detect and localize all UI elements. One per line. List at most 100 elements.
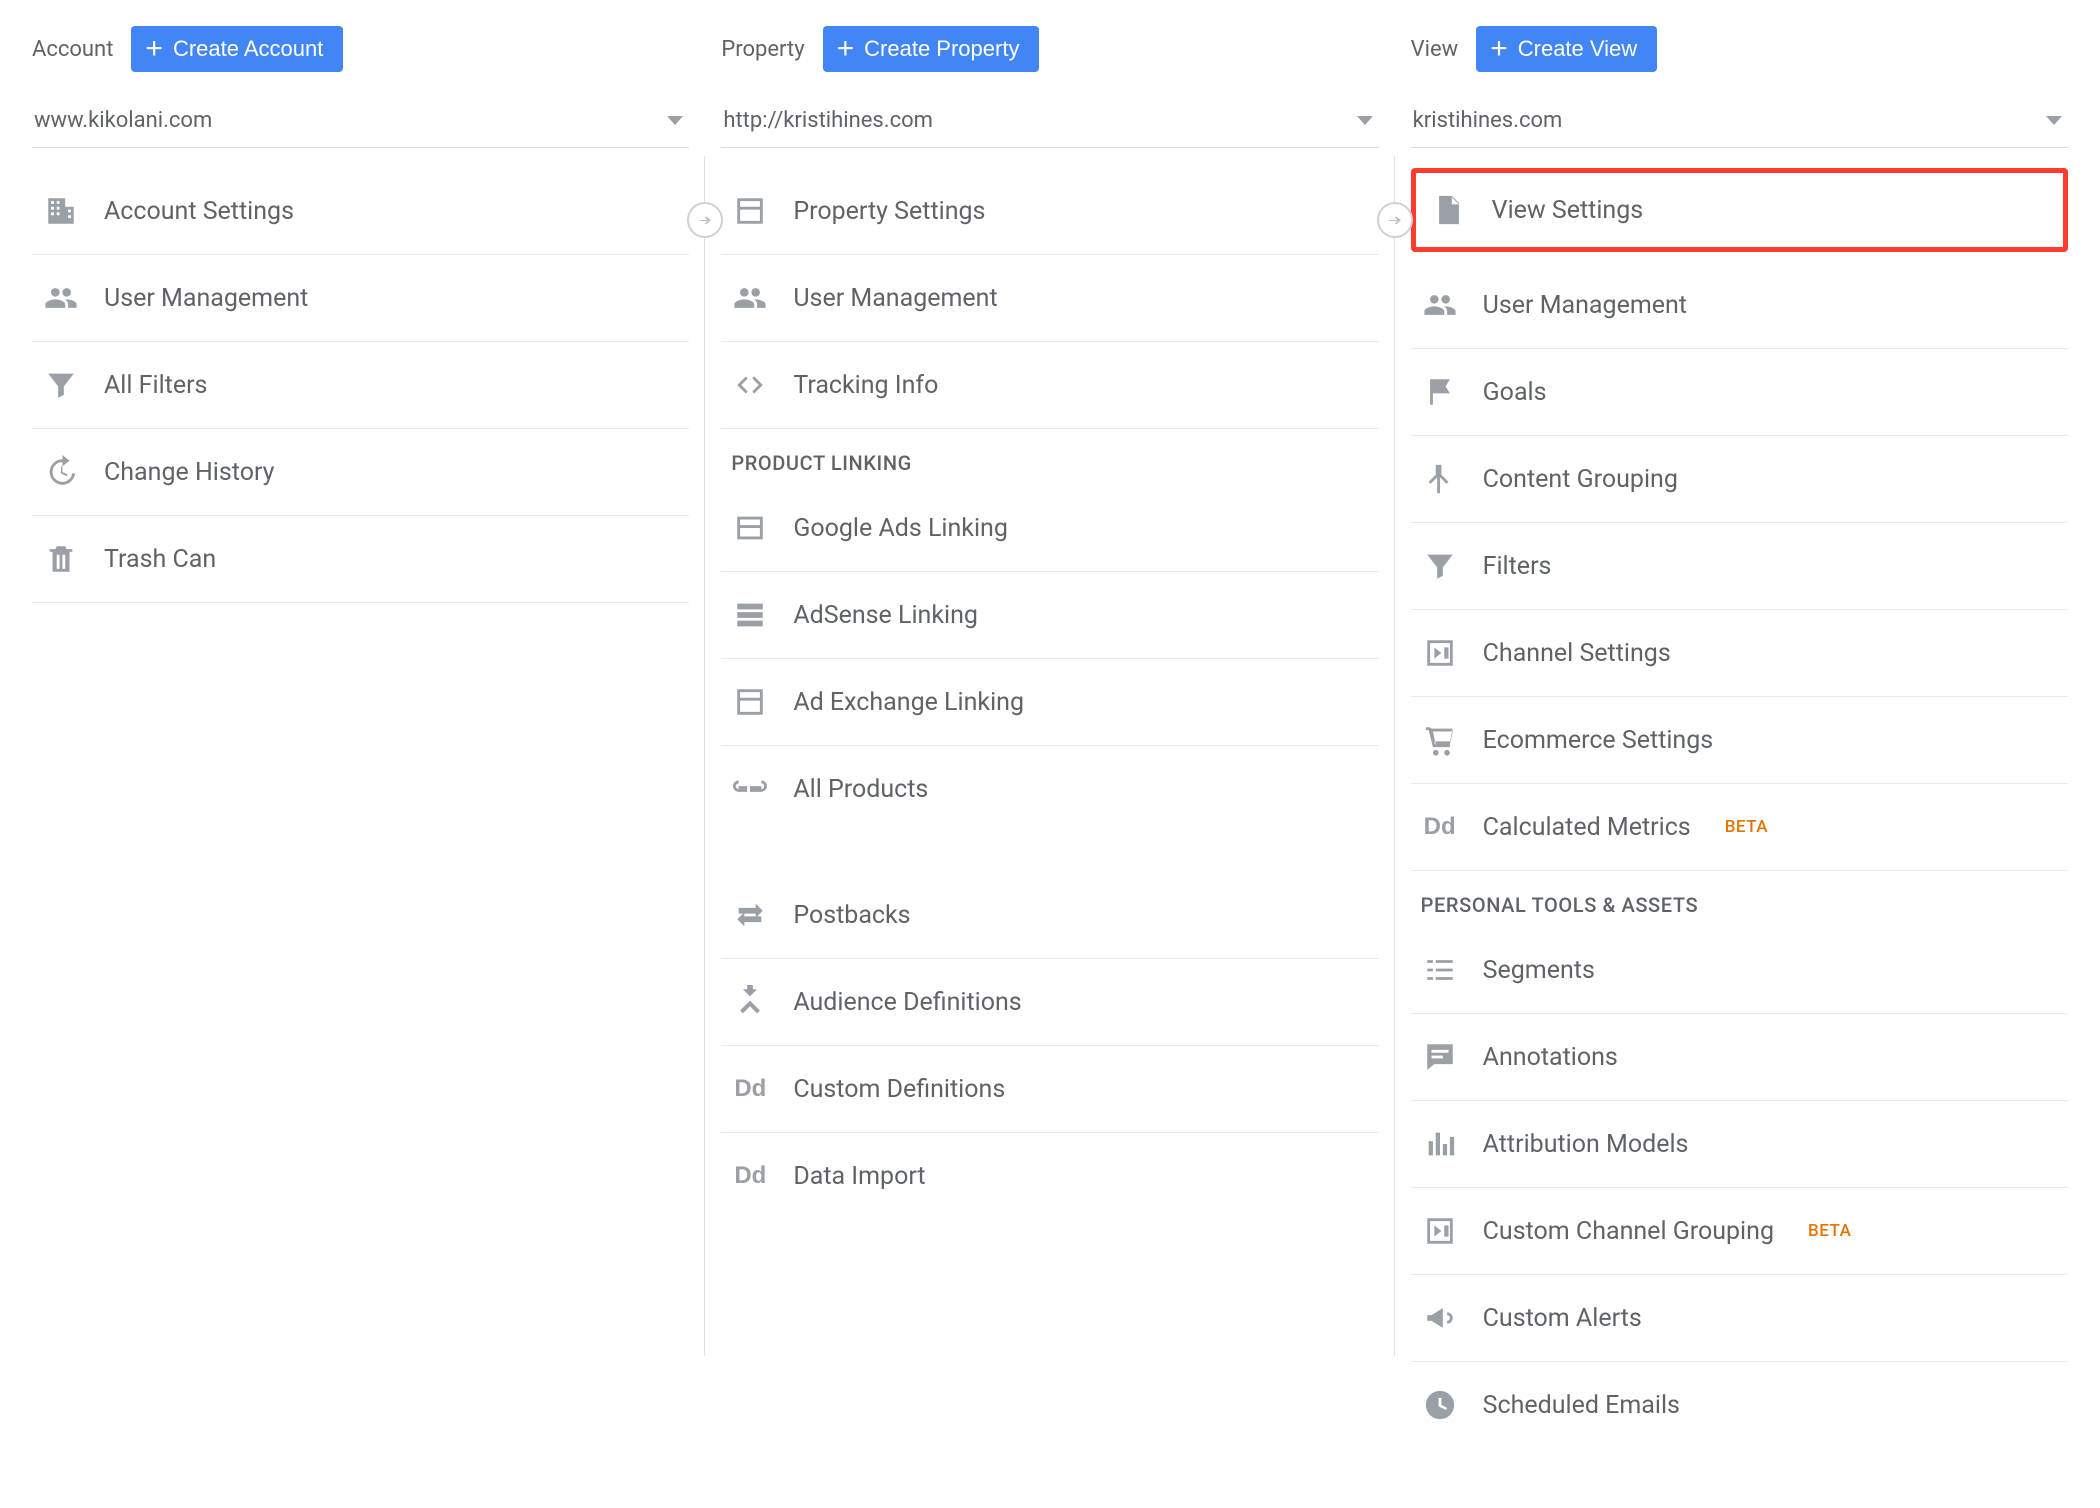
all-filters-item[interactable]: All Filters: [32, 342, 689, 429]
ecommerce-settings-item[interactable]: Ecommerce Settings: [1411, 697, 2068, 784]
ad-exchange-linking-label: Ad Exchange Linking: [793, 688, 1024, 717]
flag-icon: [1421, 373, 1459, 411]
comment-icon: [1421, 1038, 1459, 1076]
property-selected: http://kristihines.com: [723, 108, 933, 133]
custom-alerts-item[interactable]: Custom Alerts: [1411, 1275, 2068, 1362]
channels-icon: [1421, 634, 1459, 672]
dd-icon: Dd: [731, 1157, 769, 1195]
change-history-item[interactable]: Change History: [32, 429, 689, 516]
goals-label: Goals: [1483, 378, 1547, 407]
all-products-label: All Products: [793, 775, 928, 804]
audience-definitions-item[interactable]: Audience Definitions: [721, 959, 1378, 1046]
property-header: Property + Create Property: [721, 16, 1378, 72]
content-grouping-label: Content Grouping: [1483, 465, 1678, 494]
trash-can-label: Trash Can: [104, 545, 216, 574]
data-import-item[interactable]: Dd Data Import: [721, 1133, 1378, 1219]
dd-icon: Dd: [731, 1070, 769, 1108]
audience-definitions-label: Audience Definitions: [793, 988, 1021, 1017]
people-icon: [42, 279, 80, 317]
personal-tools-heading: PERSONAL TOOLS & ASSETS: [1411, 871, 2068, 927]
goals-item[interactable]: Goals: [1411, 349, 2068, 436]
clock-icon: [1421, 1386, 1459, 1424]
property-label: Property: [721, 37, 804, 62]
create-account-label: Create Account: [173, 36, 323, 62]
admin-columns: Account + Create Account www.kikolani.co…: [16, 16, 2084, 1492]
postbacks-label: Postbacks: [793, 901, 910, 930]
property-column: Property + Create Property http://kristi…: [705, 16, 1394, 1492]
ad-exchange-linking-item[interactable]: Ad Exchange Linking: [721, 659, 1378, 746]
user-management-item[interactable]: User Management: [721, 255, 1378, 342]
property-extras: Postbacks Audience Definitions DdCustom De…: [721, 872, 1378, 1219]
view-label: View: [1411, 37, 1459, 62]
building-icon: [42, 192, 80, 230]
adsense-linking-item[interactable]: AdSense Linking: [721, 572, 1378, 659]
plus-icon: +: [837, 39, 855, 59]
move-right-icon[interactable]: [1377, 202, 1413, 238]
account-settings-item[interactable]: Account Settings: [32, 168, 689, 255]
calculated-metrics-item[interactable]: DdCalculated MetricsBETA: [1411, 784, 2068, 871]
filters-item[interactable]: Filters: [1411, 523, 2068, 610]
google-ads-linking-item[interactable]: Google Ads Linking: [721, 485, 1378, 572]
scheduled-emails-label: Scheduled Emails: [1483, 1391, 1680, 1420]
user-management-label: User Management: [1483, 291, 1687, 320]
plus-icon: +: [145, 39, 163, 59]
account-items: Account Settings User Management All Filte…: [32, 168, 689, 603]
attribution-models-label: Attribution Models: [1483, 1130, 1689, 1159]
layout2-icon: [731, 509, 769, 547]
code-icon: [731, 366, 769, 404]
create-property-label: Create Property: [864, 36, 1019, 62]
scheduled-emails-item[interactable]: Scheduled Emails: [1411, 1362, 2068, 1448]
account-selector[interactable]: www.kikolani.com: [32, 100, 689, 148]
content-grouping-item[interactable]: Content Grouping: [1411, 436, 2068, 523]
property-settings-label: Property Settings: [793, 197, 985, 226]
custom-definitions-item[interactable]: DdCustom Definitions: [721, 1046, 1378, 1133]
caret-down-icon: [667, 116, 683, 125]
all-filters-label: All Filters: [104, 371, 207, 400]
account-header: Account + Create Account: [32, 16, 689, 72]
property-linking: Google Ads Linking AdSense Linking Ad Exch…: [721, 485, 1378, 832]
ecommerce-settings-label: Ecommerce Settings: [1483, 726, 1714, 755]
swap-icon: [731, 896, 769, 934]
annotations-label: Annotations: [1483, 1043, 1618, 1072]
cart-icon: [1421, 721, 1459, 759]
megaphone-icon: [1421, 1299, 1459, 1337]
segments-item[interactable]: Segments: [1411, 927, 2068, 1014]
view-settings-item[interactable]: View Settings: [1411, 168, 2068, 252]
trash-icon: [42, 540, 80, 578]
google-ads-linking-label: Google Ads Linking: [793, 514, 1008, 543]
adsense-linking-label: AdSense Linking: [793, 601, 978, 630]
caret-down-icon: [1357, 116, 1373, 125]
tracking-info-item[interactable]: Tracking Info: [721, 342, 1378, 429]
property-items: Property Settings User ManagementTracking…: [721, 168, 1378, 429]
postbacks-item[interactable]: Postbacks: [721, 872, 1378, 959]
beta-badge: BETA: [1725, 817, 1768, 837]
all-products-item[interactable]: All Products: [721, 746, 1378, 832]
people-icon: [1421, 286, 1459, 324]
property-selector[interactable]: http://kristihines.com: [721, 100, 1378, 148]
custom-channel-grouping-item[interactable]: Custom Channel GroupingBETA: [1411, 1188, 2068, 1275]
channel-settings-item[interactable]: Channel Settings: [1411, 610, 2068, 697]
custom-alerts-label: Custom Alerts: [1483, 1304, 1642, 1333]
segments-label: Segments: [1483, 956, 1595, 985]
trash-can-item[interactable]: Trash Can: [32, 516, 689, 603]
user-management-item[interactable]: User Management: [1411, 262, 2068, 349]
account-selected: www.kikolani.com: [34, 108, 212, 133]
list-icon: [731, 596, 769, 634]
data-import-label: Data Import: [793, 1162, 925, 1191]
create-view-button[interactable]: + Create View: [1476, 26, 1657, 72]
bars-icon: [1421, 1125, 1459, 1163]
account-settings-label: Account Settings: [104, 197, 294, 226]
view-selector[interactable]: kristihines.com: [1411, 100, 2068, 148]
create-account-button[interactable]: + Create Account: [131, 26, 343, 72]
custom-channel-grouping-label: Custom Channel Grouping: [1483, 1217, 1774, 1246]
property-settings-item[interactable]: Property Settings: [721, 168, 1378, 255]
annotations-item[interactable]: Annotations: [1411, 1014, 2068, 1101]
attribution-models-item[interactable]: Attribution Models: [1411, 1101, 2068, 1188]
account-label: Account: [32, 37, 113, 62]
plus-icon: +: [1490, 39, 1508, 59]
view-tools: Segments Annotations Attribution Models Cus…: [1411, 927, 2068, 1448]
funnel-icon: [42, 366, 80, 404]
create-property-button[interactable]: + Create Property: [823, 26, 1040, 72]
user-management-item[interactable]: User Management: [32, 255, 689, 342]
channels-icon: [1421, 1212, 1459, 1250]
